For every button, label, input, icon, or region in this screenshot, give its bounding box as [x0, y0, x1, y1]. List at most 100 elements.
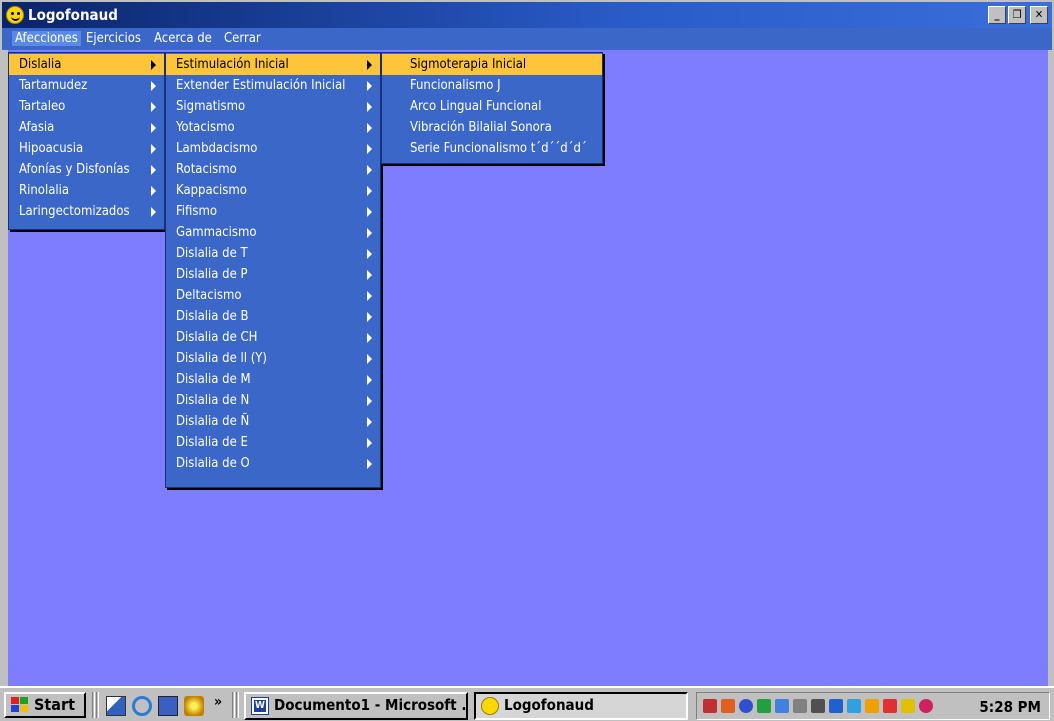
menu-item-rinolalia[interactable]: Rinolalia: [9, 180, 164, 201]
submenu-arrow-icon: [151, 144, 156, 154]
menu-item-dislalia-ch[interactable]: Dislalia de CH: [166, 327, 380, 348]
menu-item-vibracion-bilalial[interactable]: Vibración Bilalial Sonora: [382, 117, 602, 138]
tray-icon[interactable]: [883, 699, 897, 713]
submenu-arrow-icon: [367, 375, 372, 385]
menu-item-arco-lingual[interactable]: Arco Lingual Funcional: [382, 96, 602, 117]
menu-item-extender-estimulacion[interactable]: Extender Estimulación Inicial: [166, 75, 380, 96]
submenu-arrow-icon: [367, 123, 372, 133]
menu-item-dislalia-e[interactable]: Dislalia de E: [166, 432, 380, 453]
menu-item-afasia[interactable]: Afasia: [9, 117, 164, 138]
window-title: Logofonaud: [28, 6, 118, 24]
start-label: Start: [34, 695, 75, 714]
show-desktop-icon[interactable]: [106, 696, 126, 716]
menu-item-dislalia-p[interactable]: Dislalia de P: [166, 264, 380, 285]
tray-icon[interactable]: [865, 699, 879, 713]
tray-icon[interactable]: [703, 699, 717, 713]
submenu-arrow-icon: [367, 249, 372, 259]
menu-item-dislalia-b[interactable]: Dislalia de B: [166, 306, 380, 327]
tray-icon[interactable]: [739, 699, 753, 713]
submenu-arrow-icon: [367, 417, 372, 427]
menu-item-afonias[interactable]: Afonías y Disfonías: [9, 159, 164, 180]
submenu-arrow-icon: [367, 333, 372, 343]
submenu-arrow-icon: [367, 438, 372, 448]
menu-item-deltacismo[interactable]: Deltacismo: [166, 285, 380, 306]
volume-icon[interactable]: [811, 699, 825, 713]
menu-item-dislalia-enye[interactable]: Dislalia de Ñ: [166, 411, 380, 432]
menu-item-fifismo[interactable]: Fifismo: [166, 201, 380, 222]
dislalia-submenu: Estimulación Inicial Extender Estimulaci…: [165, 52, 381, 488]
tray-icon[interactable]: [721, 699, 735, 713]
menu-item-hipoacusia[interactable]: Hipoacusia: [9, 138, 164, 159]
start-button[interactable]: Start: [4, 692, 86, 718]
menu-item-dislalia-o[interactable]: Dislalia de O: [166, 453, 380, 474]
tray-icon[interactable]: [901, 699, 915, 713]
taskbar: Start » W Documento1 - Microsoft ... Log…: [0, 686, 1054, 721]
close-button[interactable]: ✕: [1030, 6, 1048, 24]
submenu-arrow-icon: [367, 144, 372, 154]
title-bar[interactable]: Logofonaud _ ❐ ✕: [2, 2, 1052, 28]
menu-item-sigmatismo[interactable]: Sigmatismo: [166, 96, 380, 117]
task-button-logofonaud[interactable]: Logofonaud: [474, 692, 688, 720]
submenu-arrow-icon: [367, 165, 372, 175]
quicklaunch-overflow-icon[interactable]: »: [214, 694, 222, 710]
menu-item-dislalia[interactable]: Dislalia: [9, 54, 164, 75]
submenu-arrow-icon: [367, 81, 372, 91]
menu-item-kappacismo[interactable]: Kappacismo: [166, 180, 380, 201]
tray-icon[interactable]: [847, 699, 861, 713]
submenu-arrow-icon: [367, 396, 372, 406]
taskbar-separator: [232, 692, 235, 718]
word-icon: W: [251, 697, 269, 715]
menu-acerca-de[interactable]: Acerca de: [154, 31, 212, 46]
taskbar-separator: [96, 692, 99, 718]
taskbar-separator: [236, 692, 239, 718]
outlook-icon[interactable]: [158, 696, 178, 716]
submenu-arrow-icon: [151, 60, 156, 70]
clock[interactable]: 5:28 PM: [979, 698, 1041, 716]
submenu-arrow-icon: [151, 102, 156, 112]
submenu-arrow-icon: [151, 207, 156, 217]
menu-ejercicios[interactable]: Ejercicios: [86, 31, 141, 46]
tray-icon[interactable]: [829, 699, 843, 713]
menu-item-rotacismo[interactable]: Rotacismo: [166, 159, 380, 180]
smiley-icon[interactable]: [6, 6, 24, 24]
restore-button[interactable]: ❐: [1008, 6, 1026, 24]
menu-item-yotacismo[interactable]: Yotacismo: [166, 117, 380, 138]
tray-icon[interactable]: [757, 699, 771, 713]
smiley-icon: [481, 697, 499, 715]
menu-item-tartamudez[interactable]: Tartamudez: [9, 75, 164, 96]
afecciones-menu: Dislalia Tartamudez Tartaleo Afasia Hipo…: [8, 52, 165, 230]
menu-item-laringectomizados[interactable]: Laringectomizados: [9, 201, 164, 222]
menu-item-lambdacismo[interactable]: Lambdacismo: [166, 138, 380, 159]
menu-item-dislalia-ll[interactable]: Dislalia de ll (Y): [166, 348, 380, 369]
taskbar-separator: [92, 692, 95, 718]
quicklaunch-app-icon[interactable]: [184, 696, 204, 716]
windows-logo-icon: [11, 697, 29, 713]
network-icon[interactable]: [793, 699, 807, 713]
submenu-arrow-icon: [367, 270, 372, 280]
menu-item-gammacismo[interactable]: Gammacismo: [166, 222, 380, 243]
submenu-arrow-icon: [367, 312, 372, 322]
task-label: Documento1 - Microsoft ...: [274, 696, 468, 714]
menu-item-estimulacion-inicial[interactable]: Estimulación Inicial: [166, 54, 380, 75]
submenu-arrow-icon: [151, 81, 156, 91]
menu-cerrar[interactable]: Cerrar: [224, 31, 261, 46]
menu-item-funcionalismo-j[interactable]: Funcionalismo J: [382, 75, 602, 96]
submenu-arrow-icon: [367, 102, 372, 112]
menu-item-dislalia-n[interactable]: Dislalia de N: [166, 390, 380, 411]
menu-item-dislalia-m[interactable]: Dislalia de M: [166, 369, 380, 390]
menu-item-dislalia-t[interactable]: Dislalia de T: [166, 243, 380, 264]
app-window: Logofonaud _ ❐ ✕ Afecciones Ejercicios A…: [0, 0, 1054, 686]
internet-explorer-icon[interactable]: [132, 696, 152, 716]
menu-item-sigmoterapia[interactable]: Sigmoterapia Inicial: [382, 54, 602, 75]
submenu-arrow-icon: [151, 186, 156, 196]
tray-icon[interactable]: [919, 699, 933, 713]
menu-item-serie-funcionalismo[interactable]: Serie Funcionalismo t´d´´d´d´: [382, 138, 602, 159]
menu-bar: Afecciones Ejercicios Acerca de Cerrar: [2, 28, 1052, 50]
menu-item-tartaleo[interactable]: Tartaleo: [9, 96, 164, 117]
tray-icon[interactable]: [775, 699, 789, 713]
system-tray: 5:28 PM: [696, 692, 1050, 720]
task-button-documento1[interactable]: W Documento1 - Microsoft ...: [244, 692, 468, 720]
submenu-arrow-icon: [367, 228, 372, 238]
menu-afecciones[interactable]: Afecciones: [12, 31, 81, 46]
minimize-button[interactable]: _: [988, 6, 1006, 24]
